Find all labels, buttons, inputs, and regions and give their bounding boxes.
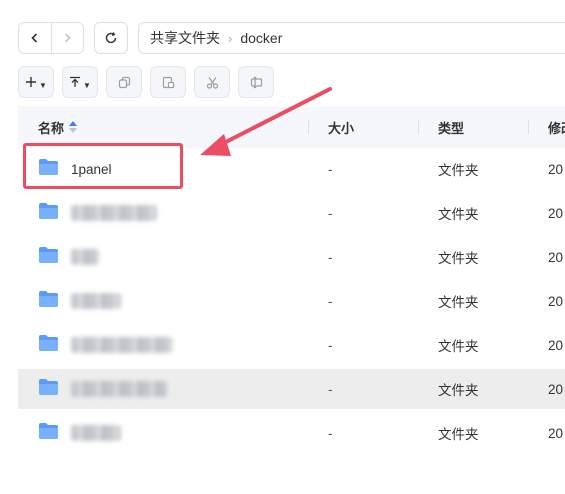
table-row-hover[interactable]: - 文件夹 20 [18,369,565,409]
file-name-redacted[interactable] [71,193,157,233]
copy-icon [118,76,130,88]
file-name-redacted[interactable] [71,325,173,365]
folder-icon [39,203,58,219]
column-header-name[interactable]: 名称 [38,106,78,148]
caret-down-icon: ▼ [83,80,91,90]
table-row[interactable]: - 文件夹 20 [18,193,565,233]
file-modified: 20 [548,161,564,177]
table-row[interactable]: - 文件夹 20 [18,325,565,365]
breadcrumb-root[interactable]: 共享文件夹 [150,28,220,48]
table-row[interactable]: - 文件夹 20 [18,413,565,453]
history-nav [18,22,84,54]
chevron-right-icon [65,33,71,43]
breadcrumb: 共享文件夹 › docker [138,22,565,54]
table-row[interactable]: - 文件夹 20 [18,237,565,277]
annotation-highlight-box [23,143,183,189]
column-size-label: 大小 [328,120,355,136]
file-type: 文件夹 [438,251,479,266]
file-manager: 共享文件夹 › docker ▼ ▼ 名称 大小 类型 修 1panel - 文… [0,0,565,494]
column-divider[interactable] [528,120,529,134]
copy-button[interactable] [106,66,142,98]
cut-icon [206,76,218,89]
move-icon [162,76,174,88]
file-name-redacted[interactable] [71,413,121,453]
caret-down-icon: ▼ [39,80,47,90]
file-size: - [328,425,333,441]
plus-icon [26,77,37,87]
file-name-redacted[interactable] [71,281,121,321]
folder-icon [39,291,58,307]
chevron-left-icon [31,33,37,43]
file-modified: 20 [548,293,564,309]
forward-button[interactable] [50,23,84,53]
file-size: - [328,205,333,221]
breadcrumb-current[interactable]: docker [240,30,282,46]
table-row[interactable]: - 文件夹 20 [18,281,565,321]
column-divider[interactable] [308,120,309,134]
refresh-button[interactable] [94,22,128,54]
refresh-icon [105,32,117,44]
column-header-modified[interactable]: 修改 [548,106,565,148]
file-size: - [328,381,333,397]
file-modified: 20 [548,205,564,221]
file-size: - [328,161,333,177]
file-name-redacted[interactable] [71,237,99,277]
upload-button[interactable]: ▼ [62,66,98,98]
table-header: 名称 大小 类型 修改 [18,106,565,148]
file-size: - [328,337,333,353]
column-header-type[interactable]: 类型 [438,106,464,148]
column-name-label: 名称 [38,120,65,136]
column-type-label: 类型 [438,120,465,136]
column-divider[interactable] [418,120,419,134]
file-modified: 20 [548,381,564,397]
folder-icon [39,379,58,395]
back-button[interactable] [19,23,51,53]
file-size: - [328,249,333,265]
new-button[interactable]: ▼ [18,66,54,98]
file-modified: 20 [548,337,564,353]
file-type: 文件夹 [438,427,479,442]
file-type: 文件夹 [438,383,479,398]
file-type: 文件夹 [438,295,479,310]
move-button[interactable] [150,66,186,98]
column-header-size[interactable]: 大小 [328,106,354,148]
breadcrumb-separator: › [228,30,233,46]
file-type: 文件夹 [438,163,479,178]
cut-button[interactable] [194,66,230,98]
folder-icon [39,335,58,351]
folder-icon [39,423,58,439]
file-type: 文件夹 [438,339,479,354]
file-type: 文件夹 [438,207,479,222]
file-modified: 20 [548,425,564,441]
sort-icon[interactable] [69,121,78,133]
upload-icon [70,76,81,87]
column-modified-label: 修改 [548,120,565,136]
rename-icon [250,76,262,88]
file-name-redacted[interactable] [71,369,167,409]
file-size: - [328,293,333,309]
folder-icon [39,247,58,263]
file-modified: 20 [548,249,564,265]
rename-button[interactable] [238,66,274,98]
